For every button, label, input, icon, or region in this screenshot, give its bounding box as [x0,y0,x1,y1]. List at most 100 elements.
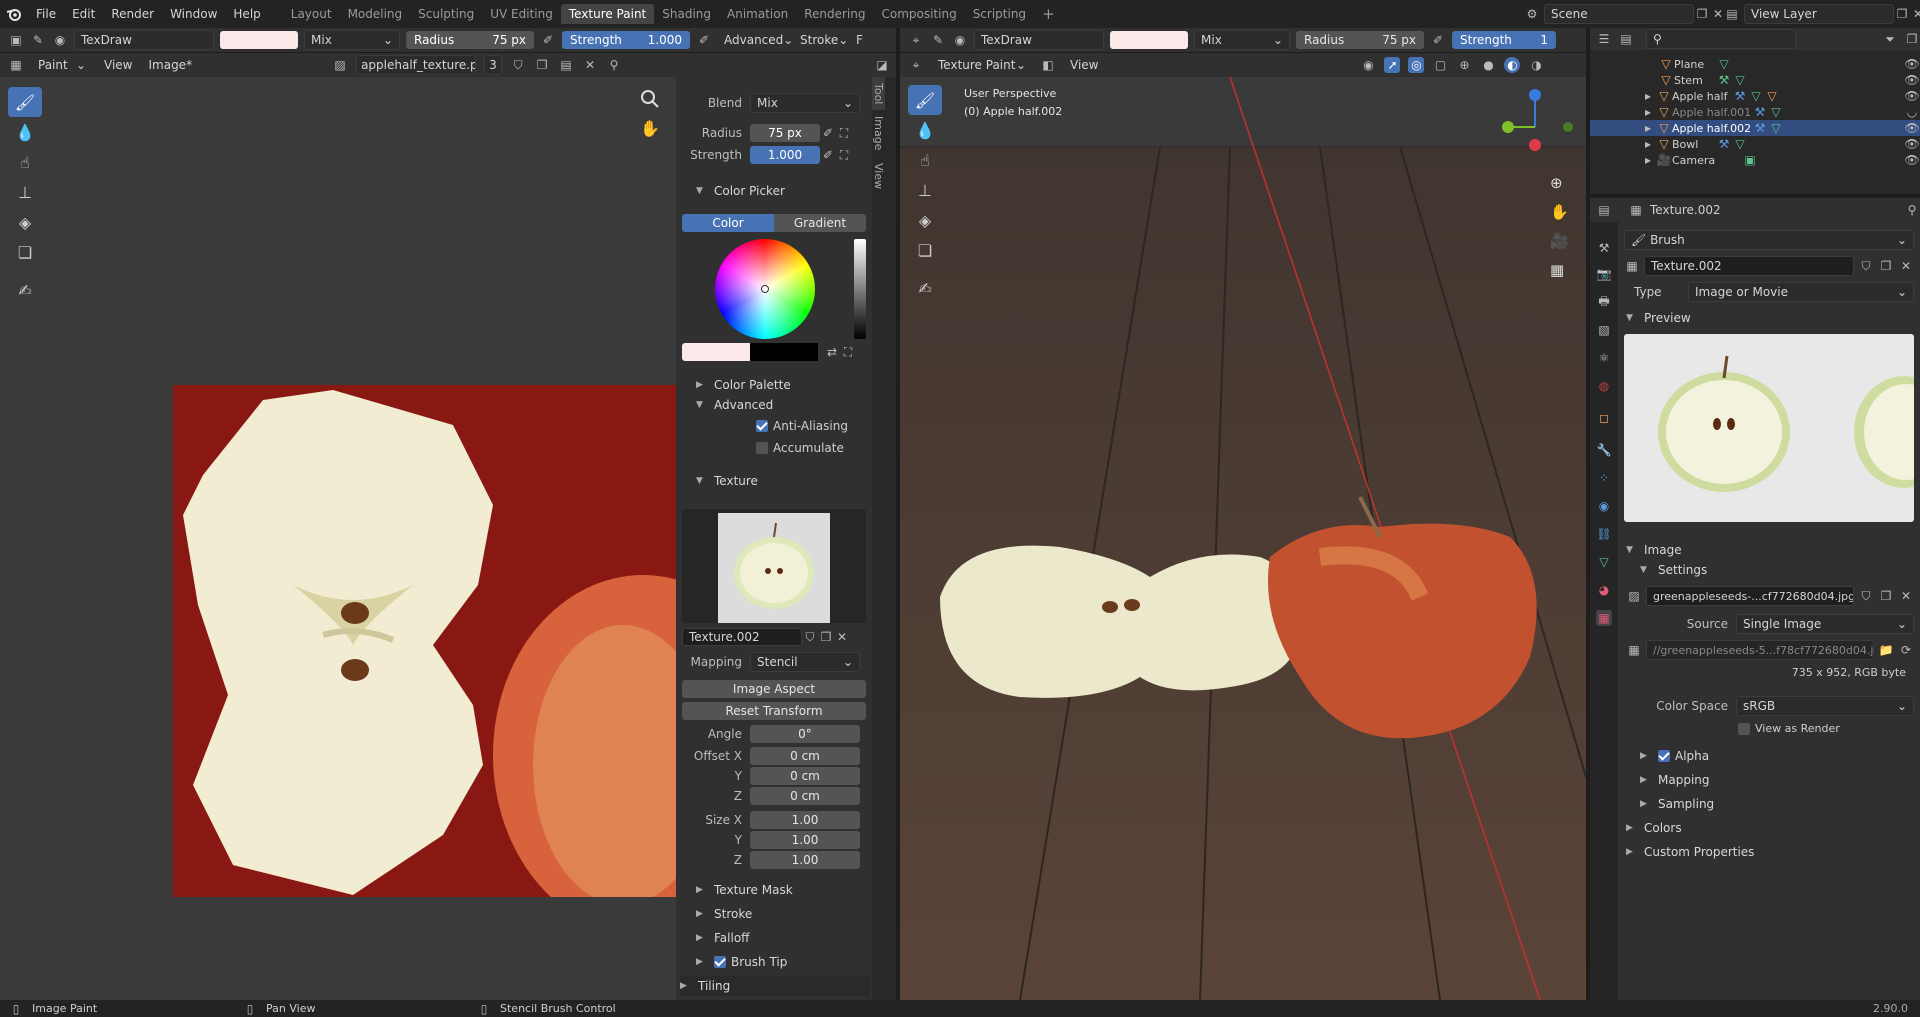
pressure-icon[interactable]: ✐ [820,147,836,163]
pressure-icon[interactable]: ✐ [540,32,556,48]
mode-dropdown[interactable]: Texture Paint ⌄ [932,55,1032,75]
texture-name-field[interactable]: Texture.002 [682,628,802,646]
custom-properties-header[interactable]: ▶ Custom Properties [1626,842,1754,862]
tab-compositing[interactable]: Compositing [873,4,964,24]
preview-header[interactable]: ▼ Preview [1626,308,1691,328]
expand-icon[interactable]: ▸ [1640,88,1656,104]
wireframe-shading-icon[interactable]: ⊕ [1456,57,1472,73]
strength-field[interactable]: Strength 1.000 [562,31,690,49]
color-palette-header[interactable]: ▶ Color Palette [696,375,791,395]
modifiers-tab-icon[interactable]: 🔧 [1596,442,1612,458]
tab-modeling[interactable]: Modeling [340,4,411,24]
anti-aliasing-checkbox[interactable]: Anti-Aliasing [756,419,848,433]
tab-tool[interactable]: Tool [872,77,885,111]
image-name-field[interactable]: greenappleseeds-...cf772680d04.jpg [1646,586,1854,606]
tab-layout[interactable]: Layout [283,4,340,24]
new-image-icon[interactable]: ❐ [534,57,550,73]
image-browse-icon[interactable]: ▨ [1626,588,1642,604]
brush-tool-icon[interactable]: ✎ [930,32,946,48]
copy-icon[interactable]: ❐ [1878,258,1894,274]
accumulate-checkbox[interactable]: Accumulate [756,441,844,455]
settings-header[interactable]: ▼ Settings [1640,560,1707,580]
physics-tab-icon[interactable]: ◉ [1596,498,1612,514]
offset-x-field[interactable]: 0 cm [750,747,860,765]
copy-icon[interactable]: ❐ [1694,6,1710,22]
fill-tool-icon[interactable]: ◈ [8,207,42,237]
checkbox-on[interactable] [714,956,726,968]
image-section-header[interactable]: ▼ Image [1626,540,1682,560]
menu-render[interactable]: Render [103,0,162,28]
copy-icon[interactable]: ❐ [818,629,834,645]
swap-colors-icon[interactable]: ⇄ [824,344,840,360]
outliner-item-stem[interactable]: ▽ Stem ⚒ ▽ 👁 [1590,72,1920,88]
pin-icon[interactable]: ⚲ [1904,202,1920,218]
strength-field[interactable]: Strength 1 [1452,31,1556,49]
unified-icon[interactable]: ⛶ [840,344,856,360]
world-tab-icon[interactable]: ◍ [1596,378,1612,394]
pan-hand-icon[interactable]: ✋ [1550,198,1569,227]
draw-tool-icon[interactable]: 🖌 [8,87,42,117]
mask-toggle-icon[interactable]: ◧ [1040,57,1056,73]
solid-shading-icon[interactable]: ● [1480,57,1496,73]
blend-dropdown[interactable]: Mix ⌄ [750,93,860,113]
outliner-item-camera[interactable]: ▸ 🎥 Camera ▣ 👁 [1590,152,1920,168]
scene-tab-icon[interactable]: ⚛ [1596,350,1612,366]
reset-transform-button[interactable]: Reset Transform [682,702,866,720]
soften-tool-icon[interactable]: 💧 [908,115,942,145]
eye-icon[interactable]: 👁 [1904,120,1920,136]
smear-tool-icon[interactable]: ☝ [8,147,42,177]
outliner-search-input[interactable]: ⚲ [1646,29,1796,49]
stroke-dropdown[interactable]: Stroke ⌄ [794,30,850,50]
add-workspace-icon[interactable]: + [1034,4,1063,24]
blender-logo-icon[interactable] [0,0,28,28]
close-icon[interactable]: ✕ [1898,588,1914,604]
outliner-editor-icon[interactable]: ☰ [1596,31,1612,47]
advanced-dropdown[interactable]: Advanced ⌄ [718,30,793,50]
mask-tool-icon[interactable]: ❏ [908,235,942,265]
eye-icon[interactable]: 👁 [1904,72,1920,88]
colors-header[interactable]: ▶ Colors [1626,818,1682,838]
draw-tool-icon[interactable]: 🖌 [908,85,942,115]
outliner-item-apple-half[interactable]: ▸ ▽ Apple half ⚒ ▽ ▽ 👁 [1590,88,1920,104]
tab-scripting[interactable]: Scripting [965,4,1034,24]
color-tab[interactable]: Color [682,214,774,232]
sampling-header[interactable]: ▶ Sampling [1640,794,1714,814]
gizmo-icon[interactable]: ➚ [1384,57,1401,73]
eye-icon[interactable]: 👁 [1904,136,1920,152]
close-icon[interactable]: ✕ [834,629,850,645]
offset-z-field[interactable]: 0 cm [750,787,860,805]
zoom-icon[interactable]: ⊕ [1550,169,1569,198]
brush-name-field[interactable]: TexDraw [74,30,214,50]
size-x-field[interactable]: 1.00 [750,811,860,829]
blend-dropdown[interactable]: Mix ⌄ [1194,30,1290,50]
scene-field[interactable]: Scene [1544,4,1694,24]
image-canvas[interactable]: 🖌 💧 ☝ ⊥ ◈ ❏ ✍ ✋ [0,77,676,1000]
material-shading-icon[interactable]: ◐ [1504,57,1521,73]
radius-field[interactable]: Radius 75 px [1296,31,1424,49]
color-wheel[interactable] [715,239,815,339]
tab-sculpting[interactable]: Sculpting [410,4,482,24]
outliner-item-apple-half-001[interactable]: ▸ ▽ Apple half.001 ⚒ ▽ ◡ [1590,104,1920,120]
eye-icon[interactable]: 👁 [1904,56,1920,72]
strength-field[interactable]: 1.000 [750,146,820,164]
outliner-item-plane[interactable]: ▽ Plane ▽ 👁 [1590,56,1920,72]
mask-tool-icon[interactable]: ❏ [8,237,42,267]
object-tab-icon[interactable]: ◻ [1596,410,1612,426]
users-count[interactable]: 3 [484,55,503,75]
output-tab-icon[interactable]: 🖶 [1596,294,1612,310]
editor-type-icon[interactable]: ▦ [8,57,24,73]
angle-field[interactable]: 0° [750,725,860,743]
source-dropdown[interactable]: Single Image ⌄ [1736,614,1914,634]
texture-name-field[interactable]: Texture.002 [1644,256,1854,276]
fake-user-icon[interactable]: ⛉ [1858,258,1874,274]
advanced-header[interactable]: ▼ Advanced [696,395,773,415]
data-tab-icon[interactable]: ▽ [1596,554,1612,570]
close-icon[interactable]: ✕ [582,57,598,73]
menu-image[interactable]: Image* [144,55,196,75]
display-mode-icon[interactable]: ▤ [1618,31,1634,47]
menu-file[interactable]: File [28,0,64,28]
texture-header[interactable]: ▼ Texture [696,471,758,491]
radius-field[interactable]: Radius 75 px [406,31,534,49]
clone-tool-icon[interactable]: ⊥ [8,177,42,207]
filepath-field[interactable]: //greenappleseeds-5...f78cf772680d04.jpg [1646,640,1874,660]
